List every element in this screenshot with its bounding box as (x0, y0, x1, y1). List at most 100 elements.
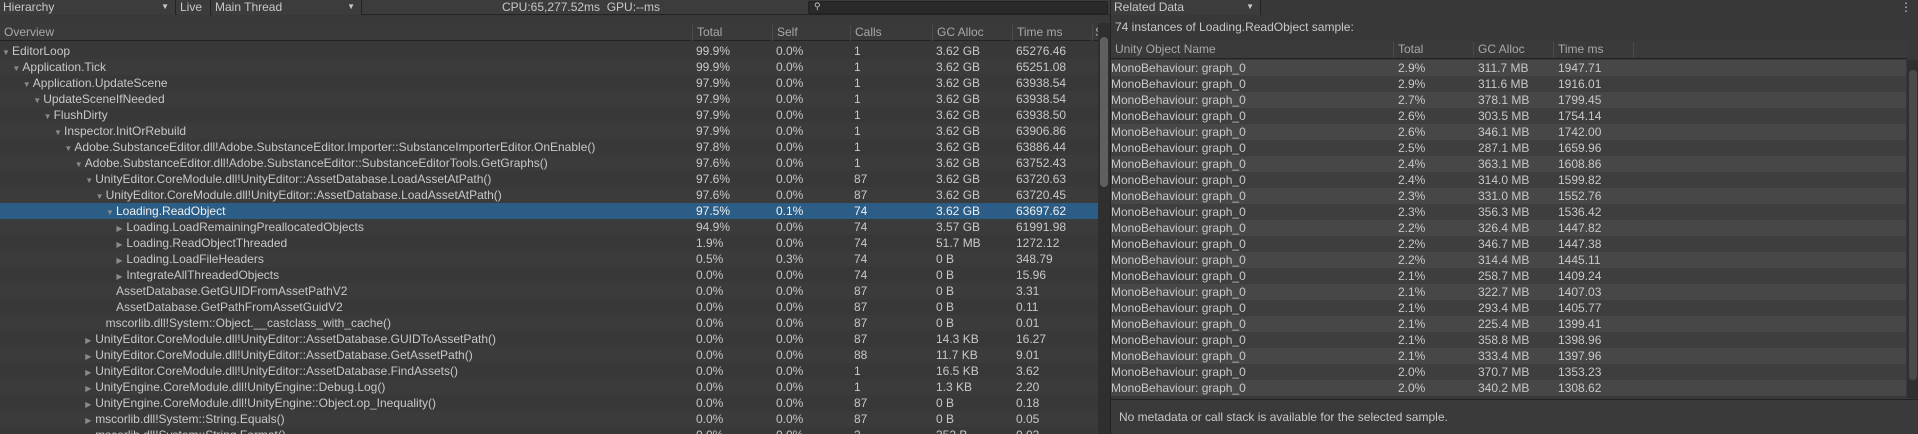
cell-time: 3.62 (1016, 364, 1040, 378)
cell-time: 0.11 (1016, 300, 1039, 314)
tree-row[interactable]: ▼ EditorLoop 99.9% 0.0% 1 3.62 GB 65276.46 (0, 43, 1098, 59)
column-overview[interactable]: Overview (0, 25, 692, 41)
cell-time: 1799.45 (1558, 93, 1602, 107)
object-name: MonoBehaviour: graph_0 (1111, 221, 1246, 235)
sample-label: mscorlib.dll!System::String.Equals() (95, 412, 285, 426)
cell-calls: 87 (854, 316, 868, 330)
cell-total: 0.0% (696, 316, 724, 330)
related-row[interactable]: MonoBehaviour: graph_0 2.1% 258.7 MB 1409.2… (1111, 268, 1906, 284)
hierarchy-scrollbar[interactable] (1098, 23, 1110, 434)
tree-row[interactable]: ▼ UpdateSceneIfNeeded 97.9% 0.0% 1 3.62 GB 639… (0, 91, 1098, 107)
cell-time: 0.03 (1016, 427, 1039, 434)
column-gc-alloc[interactable]: GC Alloc (1474, 42, 1554, 58)
object-name: MonoBehaviour: graph_0 (1111, 61, 1246, 75)
tree-row[interactable]: ▶ UnityEditor.CoreModule.dll!UnityEditor:… (0, 331, 1098, 347)
scrollbar-thumb[interactable] (1100, 37, 1108, 187)
cell-total: 2.9% (1398, 77, 1426, 91)
thread-dropdown[interactable]: Main Thread ▼ (212, 0, 362, 15)
cell-total: 2.6% (1398, 125, 1426, 139)
tree-row[interactable]: ▼ Application.Tick 99.9% 0.0% 1 3.62 GB 65251.… (0, 59, 1098, 75)
cell-calls: 87 (854, 332, 868, 346)
tree-row[interactable]: ▶ IntegrateAllThreadedObjects 0.0% 0.0% 74 0 … (0, 267, 1098, 283)
scrollbar-thumb[interactable] (1909, 70, 1917, 380)
related-row[interactable]: MonoBehaviour: graph_0 2.5% 287.1 MB 1659.9… (1111, 140, 1906, 156)
related-row[interactable]: MonoBehaviour: graph_0 2.7% 378.1 MB 1799.4… (1111, 92, 1906, 108)
tree-row[interactable]: ▶ UnityEditor.CoreModule.dll!UnityEditor:… (0, 363, 1098, 379)
tree-row[interactable]: ▶ Loading.LoadRemainingPreallocatedObject… (0, 219, 1098, 235)
column-time-ms[interactable]: Time ms (1554, 42, 1634, 58)
tree-row[interactable]: ▶mscorlib.dll!System::String.Format() 0.0… (0, 427, 1098, 434)
cell-time: 1308.62 (1558, 381, 1602, 395)
column-total[interactable]: Total (692, 25, 772, 41)
cell-calls: 74 (854, 204, 868, 218)
related-row[interactable]: MonoBehaviour: graph_0 2.6% 346.1 MB 1742.0… (1111, 124, 1906, 140)
tree-row[interactable]: ▼ Loading.ReadObject 97.5% 0.1% 74 3.62 GB 636… (0, 203, 1098, 219)
tree-row[interactable]: ▼ Adobe.SubstanceEditor.dll!Adobe.Substan… (0, 139, 1098, 155)
cell-total: 2.1% (1398, 317, 1426, 331)
related-row[interactable]: MonoBehaviour: graph_0 2.1% 293.4 MB 1405.7… (1111, 300, 1906, 316)
cell-total: 97.6% (696, 188, 731, 202)
tree-row[interactable]: ▼ Adobe.SubstanceEditor.dll!Adobe.Substan… (0, 155, 1098, 171)
related-row[interactable]: MonoBehaviour: graph_0 2.0% 340.2 MB 1308.6… (1111, 380, 1906, 396)
column-time-ms[interactable]: Time ms (1012, 25, 1092, 41)
object-name: MonoBehaviour: graph_0 (1111, 301, 1246, 315)
cell-time: 63938.54 (1016, 76, 1067, 90)
cell-total: 2.0% (1398, 365, 1426, 379)
tree-row[interactable]: ▼ UnityEditor.CoreModule.dll!UnityEditor:… (0, 171, 1098, 187)
related-row[interactable]: MonoBehaviour: graph_0 2.3% 356.3 MB 1536.4… (1111, 204, 1906, 220)
live-toggle[interactable]: Live (177, 0, 211, 15)
object-name: MonoBehaviour: graph_0 (1111, 381, 1246, 395)
cell-total: 2.4% (1398, 173, 1426, 187)
cell-time: 1447.82 (1558, 221, 1602, 235)
related-row[interactable]: MonoBehaviour: graph_0 2.1% 333.4 MB 1397.9… (1111, 348, 1906, 364)
related-scrollbar[interactable] (1907, 60, 1918, 398)
related-row[interactable]: MonoBehaviour: graph_0 2.0% 370.7 MB 1353.2… (1111, 364, 1906, 380)
cell-time: 1599.82 (1558, 173, 1602, 187)
cell-total: 2.5% (1398, 141, 1426, 155)
related-row[interactable]: MonoBehaviour: graph_0 2.3% 331.0 MB 1552.7… (1111, 188, 1906, 204)
related-row[interactable]: MonoBehaviour: graph_0 2.1% 225.4 MB 1399.4… (1111, 316, 1906, 332)
search-input[interactable]: ⚲ (808, 1, 1108, 14)
related-row[interactable]: MonoBehaviour: graph_0 2.9% 311.7 MB 1947.7… (1111, 60, 1906, 76)
related-row[interactable]: MonoBehaviour: graph_0 2.2% 326.4 MB 1447.8… (1111, 220, 1906, 236)
column-self[interactable]: Self (772, 25, 850, 41)
cell-self: 0.0% (776, 284, 804, 298)
related-data-dropdown[interactable]: Related Data ▼ (1111, 0, 1261, 15)
cell-gc: 0 B (936, 412, 955, 426)
tree-row[interactable]: ▶ UnityEngine.CoreModule.dll!UnityEngine:… (0, 395, 1098, 411)
related-row[interactable]: MonoBehaviour: graph_0 2.2% 314.4 MB 1445.1… (1111, 252, 1906, 268)
expand-arrow-right-icon[interactable]: ▶ (85, 429, 95, 434)
related-row[interactable]: MonoBehaviour: graph_0 2.2% 346.7 MB 1447.3… (1111, 236, 1906, 252)
tree-row[interactable]: ▶ UnityEngine.CoreModule.dll!UnityEngine:… (0, 379, 1098, 395)
cell-time: 1353.23 (1558, 365, 1602, 379)
more-options-icon[interactable]: ⋮ (1900, 0, 1912, 14)
column-total[interactable]: Total (1394, 42, 1474, 58)
tree-row[interactable]: ▼ FlushDirty 97.9% 0.0% 1 3.62 GB 63938.50 (0, 107, 1098, 123)
tree-row[interactable]: ▼ UnityEditor.CoreModule.dll!UnityEditor:… (0, 187, 1098, 203)
related-row[interactable]: MonoBehaviour: graph_0 2.1% 358.8 MB 1398.9… (1111, 332, 1906, 348)
tree-row[interactable]: AssetDatabase.GetPathFromAssetGuidV2 0.0%… (0, 299, 1098, 315)
tree-row[interactable]: AssetDatabase.GetGUIDFromAssetPathV2 0.0%… (0, 283, 1098, 299)
related-row[interactable]: MonoBehaviour: graph_0 2.1% 322.7 MB 1407.0… (1111, 284, 1906, 300)
tree-row[interactable]: ▼ Inspector.InitOrRebuild 97.9% 0.0% 1 3.62 G… (0, 123, 1098, 139)
related-row[interactable]: MonoBehaviour: graph_0 2.4% 314.0 MB 1599.8… (1111, 172, 1906, 188)
related-row[interactable]: MonoBehaviour: graph_0 2.6% 303.5 MB 1754.1… (1111, 108, 1906, 124)
sample-label: Loading.ReadObject (116, 204, 226, 218)
column-gc-alloc[interactable]: GC Alloc (932, 25, 1012, 41)
cell-self: 0.3% (776, 252, 804, 266)
tree-row[interactable]: ▶ Loading.LoadFileHeaders 0.5% 0.3% 74 0 B 348… (0, 251, 1098, 267)
tree-row[interactable]: ▶ Loading.ReadObjectThreaded 1.9% 0.0% 74 51.… (0, 235, 1098, 251)
column-object-name[interactable]: Unity Object Name (1111, 42, 1394, 58)
tree-row[interactable]: ▶ UnityEditor.CoreModule.dll!UnityEditor:… (0, 347, 1098, 363)
tree-row[interactable]: mscorlib.dll!System::Object.__castclass_… (0, 315, 1098, 331)
cell-self: 0.0% (776, 60, 804, 74)
column-calls[interactable]: Calls (850, 25, 932, 41)
tree-row[interactable]: ▶ mscorlib.dll!System::String.Equals() 0.0… (0, 411, 1098, 427)
view-mode-dropdown[interactable]: Hierarchy ▼ (0, 0, 176, 15)
cell-gc: 0 B (936, 316, 955, 330)
related-row[interactable]: MonoBehaviour: graph_0 2.9% 311.6 MB 1916.0… (1111, 76, 1906, 92)
cell-total: 0.0% (696, 396, 724, 410)
related-row[interactable]: MonoBehaviour: graph_0 2.4% 363.1 MB 1608.8… (1111, 156, 1906, 172)
tree-row[interactable]: ▼ Application.UpdateScene 97.9% 0.0% 1 3.62 G… (0, 75, 1098, 91)
cell-total: 2.2% (1398, 221, 1426, 235)
